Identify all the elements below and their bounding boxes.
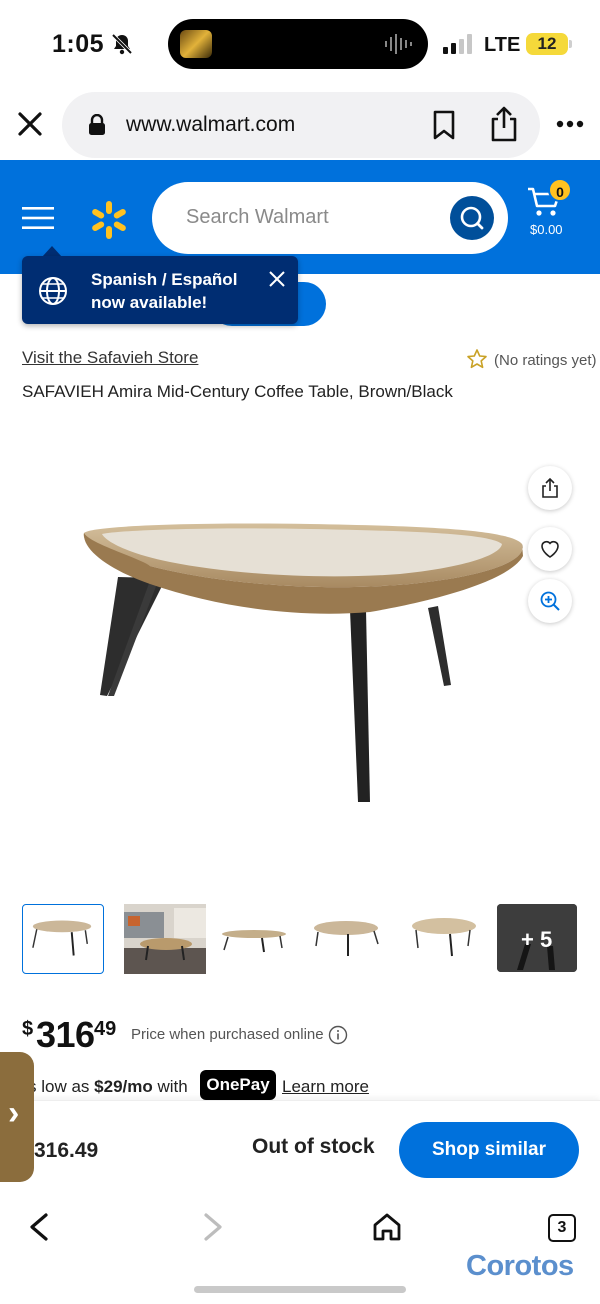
bookmark-icon[interactable]: [432, 110, 456, 140]
thumbnail-image: [124, 904, 206, 974]
thumbnail-1[interactable]: [22, 904, 104, 974]
browser-toolbar: www.walmart.com: [0, 86, 600, 160]
signal-icon: [443, 34, 472, 54]
tooltip-message: Spanish / Español now available!: [91, 270, 238, 312]
onepay-financing: s low as $29/mo with: [28, 1077, 188, 1097]
stock-status: Out of stock: [252, 1135, 375, 1158]
forward-icon[interactable]: [200, 1212, 226, 1242]
search-icon: [460, 206, 484, 230]
side-drawer-handle[interactable]: ›: [0, 1052, 34, 1182]
favorite-button[interactable]: [528, 527, 572, 571]
globe-icon: [39, 277, 67, 305]
battery-level: 12: [537, 34, 557, 53]
onepay-with: with: [157, 1077, 188, 1096]
lock-icon: [89, 114, 105, 135]
price-dollars: 316: [36, 1014, 95, 1055]
battery-tip: [569, 40, 572, 48]
bell-slash-icon: [111, 33, 133, 55]
thumbnail-5[interactable]: [404, 904, 486, 974]
home-icon[interactable]: [372, 1212, 402, 1242]
thumbnail-image: [314, 921, 379, 956]
status-bar: 1:05 LTE 12: [0, 0, 600, 86]
thumbnail-image: [412, 918, 476, 957]
price-cents: 49: [94, 1018, 117, 1040]
info-icon[interactable]: [328, 1025, 348, 1045]
onepay-amount: $29/mo: [94, 1077, 153, 1096]
more-images-count: + 5: [521, 927, 553, 952]
thumbnail-image: [222, 930, 286, 953]
watermark: Corotos: [466, 1250, 574, 1282]
close-icon[interactable]: [268, 270, 286, 288]
share-icon: [542, 477, 558, 498]
audio-wave-icon: [385, 34, 412, 54]
network-type: LTE: [484, 34, 521, 56]
chevron-right-icon: ›: [8, 1094, 20, 1132]
back-icon[interactable]: [26, 1212, 52, 1242]
share-product-button[interactable]: [528, 466, 572, 510]
share-icon[interactable]: [489, 106, 519, 142]
heart-icon: [541, 540, 559, 558]
price-note: Price when purchased online: [131, 1026, 324, 1043]
zoom-button[interactable]: [528, 579, 572, 623]
product-title: SAFAVIEH Amira Mid-Century Coffee Table,…: [22, 382, 453, 401]
battery-icon: 12: [526, 33, 568, 55]
now-playing-art-icon: [180, 30, 212, 58]
onepay-prefix: s low as: [28, 1077, 90, 1096]
price-currency: $: [22, 1018, 34, 1040]
purchase-bar: 316.49 Out of stock Shop similar: [0, 1100, 600, 1196]
shop-similar-button[interactable]: Shop similar: [399, 1122, 579, 1178]
more-icon[interactable]: [556, 120, 584, 128]
star-icon: [467, 349, 487, 369]
thumbnail-image: [32, 920, 92, 956]
cart-total[interactable]: $0.00: [530, 222, 563, 237]
dynamic-island: [168, 19, 428, 69]
status-time: 1:05: [52, 30, 105, 58]
address-bar[interactable]: www.walmart.com: [62, 92, 540, 158]
home-indicator: [194, 1286, 406, 1293]
tab-count-button[interactable]: 3: [548, 1214, 576, 1242]
onepay-logo: OnePay: [200, 1070, 276, 1100]
zoom-in-icon: [540, 591, 560, 611]
search-placeholder: Search Walmart: [186, 206, 329, 228]
url-text[interactable]: www.walmart.com: [126, 113, 295, 137]
close-icon[interactable]: [16, 110, 44, 138]
language-tooltip[interactable]: Spanish / Español now available!: [22, 256, 298, 324]
ratings-text: (No ratings yet): [494, 352, 597, 369]
cart-count-badge: 0: [548, 178, 572, 202]
search-button[interactable]: [450, 196, 494, 240]
bottom-price: 316.49: [34, 1139, 99, 1162]
product-image[interactable]: [70, 500, 540, 820]
search-input[interactable]: Search Walmart: [152, 182, 508, 254]
menu-icon[interactable]: [22, 206, 54, 230]
more-images-button[interactable]: + 5: [497, 904, 577, 972]
thumbnail-3[interactable]: [214, 904, 296, 974]
browser-nav-bar: 3 Corotos: [0, 1196, 600, 1304]
store-link[interactable]: Visit the Safavieh Store: [22, 348, 198, 368]
thumbnail-4[interactable]: [306, 904, 388, 974]
learn-more-link[interactable]: Learn more: [282, 1077, 369, 1097]
thumbnail-2[interactable]: [124, 904, 206, 974]
walmart-spark-logo-icon[interactable]: [89, 200, 129, 240]
